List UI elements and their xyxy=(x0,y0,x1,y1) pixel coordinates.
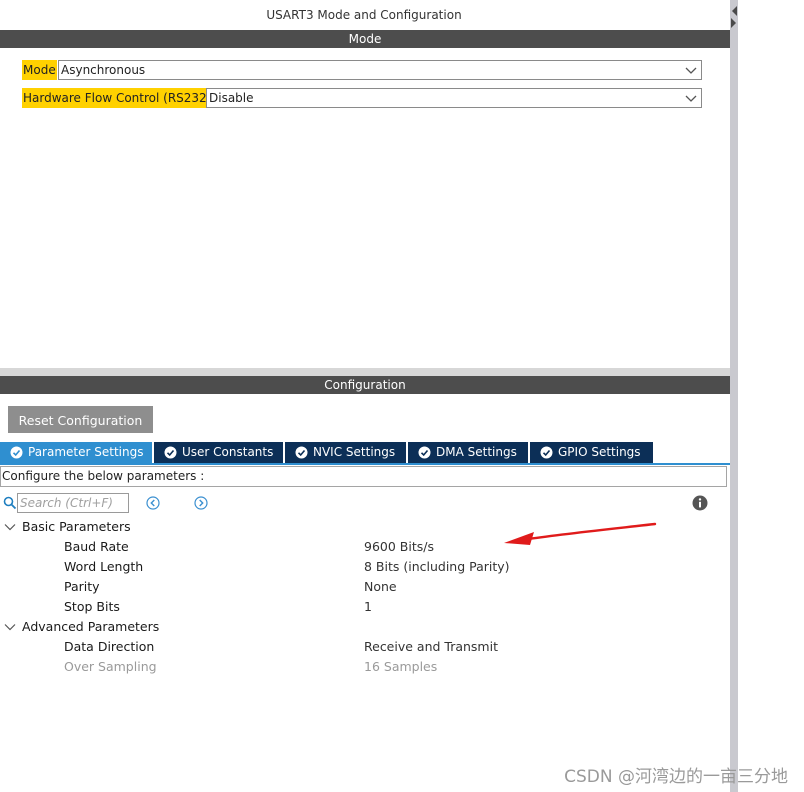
check-circle-icon xyxy=(164,446,177,459)
configuration-section-header: Configuration xyxy=(0,376,730,394)
chevron-down-icon xyxy=(685,95,697,102)
param-name-parity[interactable]: Parity xyxy=(64,577,100,597)
param-value-word-length[interactable]: 8 Bits (including Parity) xyxy=(364,557,510,577)
chevron-expanded-icon[interactable] xyxy=(4,521,16,533)
search-icon xyxy=(3,496,17,510)
tab-user-constants[interactable]: User Constants xyxy=(154,442,283,463)
tab-label: DMA Settings xyxy=(436,445,517,459)
param-name-stop-bits[interactable]: Stop Bits xyxy=(64,597,120,617)
tab-parameter-settings[interactable]: Parameter Settings xyxy=(0,442,152,463)
mode-section-header: Mode xyxy=(0,30,730,48)
tab-label: NVIC Settings xyxy=(313,445,396,459)
window-title: USART3 Mode and Configuration xyxy=(266,8,462,22)
splitter-bar[interactable] xyxy=(730,0,738,792)
arrow-left-circle-icon[interactable] xyxy=(146,496,160,510)
tab-label: User Constants xyxy=(182,445,274,459)
hardware-flow-control-select[interactable]: Disable xyxy=(206,88,702,108)
search-input[interactable] xyxy=(17,493,129,513)
param-value-over-sampling: 16 Samples xyxy=(364,659,438,674)
arrow-right-circle-icon[interactable] xyxy=(194,496,208,510)
mode-select[interactable]: Asynchronous xyxy=(58,60,702,80)
chevron-down-icon xyxy=(685,67,697,74)
tab-nvic-settings[interactable]: NVIC Settings xyxy=(285,442,406,463)
annotation-arrow xyxy=(504,522,657,545)
param-value-stop-bits[interactable]: 1 xyxy=(364,597,372,617)
mode-label: Mode xyxy=(22,60,57,80)
watermark: CSDN @河湾边的一亩三分地 xyxy=(564,767,788,787)
check-circle-icon xyxy=(540,446,553,459)
mode-select-value: Asynchronous xyxy=(61,63,146,77)
param-name-word-length[interactable]: Word Length xyxy=(64,557,143,577)
tab-dma-settings[interactable]: DMA Settings xyxy=(408,442,528,463)
param-value-parity[interactable]: None xyxy=(364,577,397,597)
tab-label: GPIO Settings xyxy=(558,445,641,459)
param-value-baud-rate[interactable]: 9600 Bits/s xyxy=(364,537,434,557)
hardware-flow-control-value: Disable xyxy=(209,91,254,105)
param-name-baud-rate[interactable]: Baud Rate xyxy=(64,537,129,557)
section-divider xyxy=(0,368,730,376)
check-circle-icon xyxy=(418,446,431,459)
hardware-flow-control-label: Hardware Flow Control (RS232) xyxy=(22,88,213,108)
param-name-over-sampling: Over Sampling xyxy=(64,659,157,674)
tab-underline xyxy=(0,463,730,465)
tab-gpio-settings[interactable]: GPIO Settings xyxy=(530,442,653,463)
check-circle-icon xyxy=(10,446,23,459)
tree-group-label: Basic Parameters xyxy=(22,519,131,534)
chevron-expanded-icon[interactable] xyxy=(4,621,16,633)
reset-configuration-button[interactable]: Reset Configuration xyxy=(8,406,153,433)
param-name-data-direction[interactable]: Data Direction xyxy=(64,637,154,657)
collapse-right-icon[interactable] xyxy=(730,16,738,30)
param-value-data-direction[interactable]: Receive and Transmit xyxy=(364,637,498,657)
tree-group-label: Advanced Parameters xyxy=(22,619,160,634)
check-circle-icon xyxy=(295,446,308,459)
tab-label: Parameter Settings xyxy=(28,445,144,459)
configure-instructions: Configure the below parameters : xyxy=(0,466,727,487)
info-icon[interactable] xyxy=(692,495,708,511)
